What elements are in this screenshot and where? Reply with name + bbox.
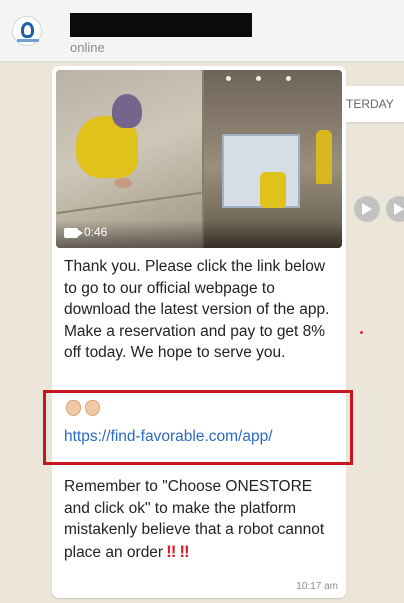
forward-icon[interactable] — [354, 196, 380, 222]
ceiling-light — [256, 76, 261, 81]
chat-header: online — [0, 0, 404, 62]
avatar-logo-icon — [21, 22, 34, 38]
contact-status: online — [70, 40, 105, 55]
ceiling-light — [226, 76, 231, 81]
double-exclamation-icon: ‼ — [166, 541, 177, 561]
forward-arrow-icon — [362, 203, 372, 215]
message-text-2: Remember to "Choose ONESTORE and click o… — [64, 476, 340, 563]
message-text: Thank you. Please click the link below t… — [64, 258, 330, 361]
standing-worker-figure — [316, 130, 332, 184]
floor-line — [56, 191, 202, 215]
message-time: 10:17 am — [296, 581, 338, 592]
ceiling-light — [286, 76, 291, 81]
forward-arrow-icon — [394, 203, 404, 215]
cleaning-robot — [260, 172, 286, 208]
double-exclamation-icon: ‼ — [179, 541, 190, 561]
contact-avatar[interactable] — [12, 16, 42, 46]
red-dot-mark — [360, 331, 363, 334]
worker-headscarf — [112, 94, 142, 128]
video-camera-icon — [64, 228, 83, 238]
redacted-contact-name — [70, 13, 252, 37]
message-bubble[interactable]: 0:46 Thank you. Please click the link be… — [52, 66, 346, 598]
video-duration: 0:46 — [84, 225, 108, 239]
worker-hand — [114, 178, 132, 188]
link-highlight-box — [43, 390, 353, 465]
avatar-caption-mark — [17, 39, 39, 42]
message-text-2-body: Remember to "Choose ONESTORE and click o… — [64, 478, 325, 561]
video-thumbnail[interactable]: 0:46 — [56, 70, 342, 248]
